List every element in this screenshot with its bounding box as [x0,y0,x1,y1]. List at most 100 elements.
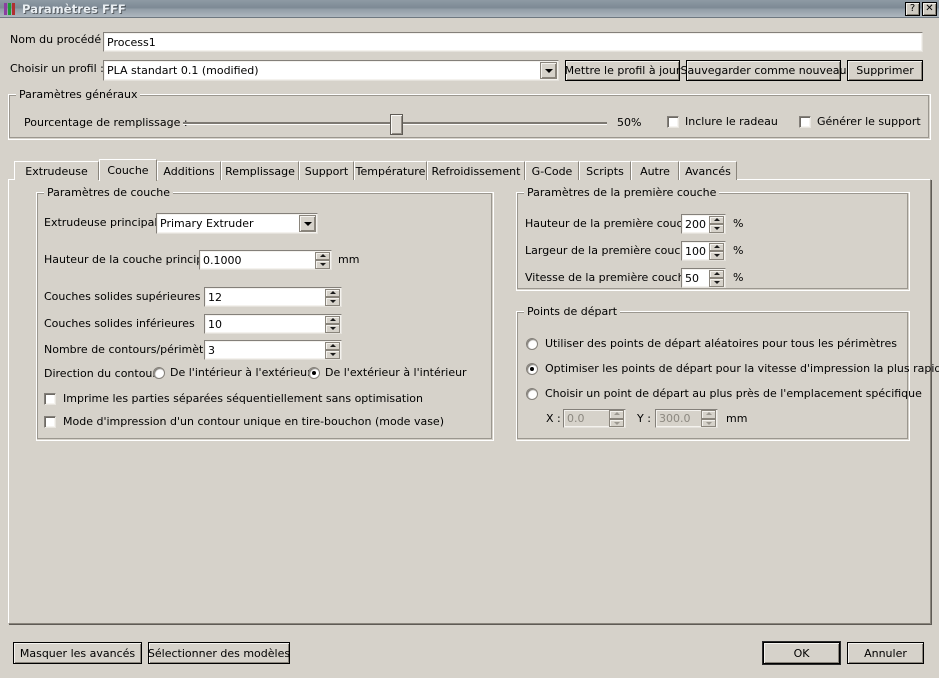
save-as-new-profile-button[interactable]: Sauvegarder comme nouveau [681,60,846,81]
outline-outside-in-label: De l'extérieur à l'intérieur [325,366,467,379]
delete-profile-button[interactable]: Supprimer [847,60,923,81]
start-point-x-label-wrap: X : [546,412,561,425]
tab-support[interactable]: Support [299,161,354,180]
primary-layer-height-stepper[interactable] [315,251,330,269]
perimeter-count-stepper[interactable] [325,341,340,359]
top-solid-layers-stepper[interactable] [325,288,340,306]
start-point-x-value: 0.0 [567,412,585,425]
top-layers-label-wrap: Couches solides supérieures [44,290,201,303]
start-point-optimize-radio[interactable] [526,362,538,375]
cancel-button[interactable]: Annuler [847,642,924,664]
tab-g-code[interactable]: G-Code [525,161,579,180]
start-point-x-input[interactable]: 0.0 [563,409,626,428]
primary-extruder-select[interactable]: Primary Extruder [156,213,318,234]
first-layer-width-unit-wrap: % [733,244,743,257]
tab-bar[interactable]: Extrudeuse Couche Additions Remplissage Supp… [14,159,737,181]
tab-additions[interactable]: Additions [157,161,221,180]
generate-support-label: Générer le support [817,115,921,128]
start-point-x-stepper[interactable] [609,410,624,427]
first-layer-speed-unit-wrap: % [733,271,743,284]
profile-select[interactable]: PLA standart 0.1 (modified) [103,60,559,81]
update-profile-button[interactable]: Mettre le profil à jour [565,60,680,81]
start-points-legend: Points de départ [524,305,621,318]
start-point-specific-label: Choisir un point de départ au plus près … [545,387,922,400]
tab-remplissage[interactable]: Remplissage [221,161,299,180]
first-layer-height-input[interactable]: 200 [681,214,726,234]
top-solid-layers-input[interactable]: 12 [204,287,342,307]
primary-extruder-label-wrap: Extrudeuse principale [44,216,164,229]
infill-value-wrap: 50% [617,116,641,129]
generate-support-row[interactable]: Générer le support [799,115,921,128]
general-settings-legend: Paramètres généraux [16,88,141,101]
start-point-unit-wrap: mm [726,412,747,425]
select-models-button[interactable]: Sélectionner des modèles [148,642,290,664]
infill-percentage-value: 50% [617,116,642,129]
generate-support-checkbox[interactable] [799,115,811,128]
bottom-layers-label-wrap: Couches solides inférieures [44,317,195,330]
perimeter-count-label: Nombre de contours/périmètres [44,343,221,356]
first-layer-speed-input[interactable]: 50 [681,268,726,288]
sequential-parts-label: Imprime les parties séparées séquentiell… [63,392,423,405]
start-point-random-row[interactable]: Utiliser des points de départ aléatoires… [526,337,897,350]
first-layer-width-input[interactable]: 100 [681,241,726,261]
first-layer-speed-stepper[interactable] [709,269,724,287]
tab-avanc-s[interactable]: Avancés [679,161,737,180]
slider-thumb[interactable] [390,114,403,135]
bottom-solid-layers-stepper[interactable] [325,315,340,333]
first-layer-height-label: Hauteur de la première couche [525,217,697,230]
start-point-specific-radio[interactable] [526,387,538,400]
tab-refroidissement[interactable]: Refroidissement [427,161,525,180]
first-layer-speed-label: Vitesse de la première couche [525,271,692,284]
primary-layer-height-value: 0.1000 [203,253,242,267]
process-name-row: Nom du procédé : [10,33,108,46]
help-button[interactable]: ? [905,1,920,16]
tab-autre[interactable]: Autre [631,161,679,180]
outline-inside-out-radio[interactable] [153,366,165,379]
primary-layer-height-input[interactable]: 0.1000 [199,250,332,270]
include-raft-row[interactable]: Inclure le radeau [667,115,778,128]
ok-button[interactable]: OK [763,642,840,664]
start-point-xy-unit: mm [726,412,748,425]
vase-mode-row[interactable]: Mode d'impression d'un contour unique en… [44,415,444,428]
tab-temp-rature[interactable]: Température [354,161,427,180]
start-point-y-input[interactable]: 300.0 [655,409,718,428]
chevron-down-icon[interactable] [299,215,316,232]
start-point-y-stepper[interactable] [701,410,716,427]
app-logo-icon [4,2,17,15]
first-layer-width-stepper[interactable] [709,242,724,260]
start-point-random-radio[interactable] [526,337,538,350]
outline-outside-in-radio[interactable] [308,366,320,379]
first-layer-height-stepper[interactable] [709,215,724,233]
perimeter-count-label-wrap: Nombre de contours/périmètres [44,343,220,356]
first-layer-width-label: Largeur de la première couche [525,244,695,257]
outline-inside-out-label: De l'intérieur à l'extérieur [170,366,312,379]
tab-couche[interactable]: Couche [99,159,157,181]
first-layer-height-unit: % [733,217,744,230]
start-point-x-label: X : [546,412,561,425]
start-point-specific-row[interactable]: Choisir un point de départ au plus près … [526,387,922,400]
vase-mode-checkbox[interactable] [44,415,56,428]
first-layer-speed-value: 50 [685,271,699,285]
bottom-solid-layers-input[interactable]: 10 [204,314,342,334]
hide-advanced-button[interactable]: Masquer les avancés [13,642,142,664]
close-button[interactable]: ✕ [922,1,937,16]
first-layer-height-unit-wrap: % [733,217,743,230]
process-name-value: Process1 [107,35,156,49]
outline-inside-out-row[interactable]: De l'intérieur à l'extérieur [153,366,312,379]
start-point-optimize-row[interactable]: Optimiser les points de départ pour la v… [526,362,939,375]
start-point-y-label: Y : [637,412,651,425]
sequential-parts-row[interactable]: Imprime les parties séparées séquentiell… [44,392,423,405]
include-raft-checkbox[interactable] [667,115,679,128]
chevron-down-icon[interactable] [540,62,557,79]
process-name-input[interactable]: Process1 [103,32,923,52]
process-name-label: Nom du procédé : [10,33,109,46]
start-point-y-label-wrap: Y : [637,412,651,425]
perimeter-count-input[interactable]: 3 [204,340,342,360]
sequential-parts-checkbox[interactable] [44,392,56,405]
tab-extrudeuse[interactable]: Extrudeuse [14,161,99,180]
bottom-solid-layers-label: Couches solides inférieures [44,317,195,330]
infill-slider[interactable] [183,114,607,135]
tab-scripts[interactable]: Scripts [579,161,631,180]
window-title: Paramètres FFF [22,1,126,16]
outline-outside-in-row[interactable]: De l'extérieur à l'intérieur [308,366,467,379]
